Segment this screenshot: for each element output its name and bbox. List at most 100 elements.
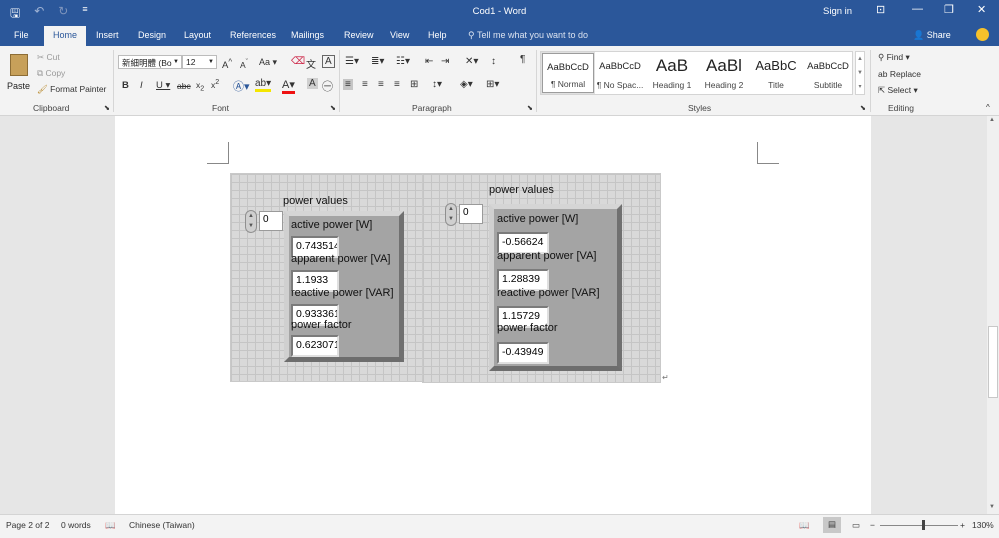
sign-in-link[interactable]: Sign in xyxy=(823,6,852,17)
editing-group-label: Editing xyxy=(888,103,914,113)
italic-icon[interactable]: I xyxy=(140,80,143,91)
close-icon[interactable]: ✕ xyxy=(977,3,986,16)
paragraph-launcher-icon[interactable]: ⬊ xyxy=(527,104,533,112)
phonetic-guide-icon[interactable]: 文 xyxy=(306,56,316,71)
numbering-icon[interactable]: ≣▾ xyxy=(371,56,384,67)
smiley-feedback-icon[interactable] xyxy=(976,28,989,41)
paste-button[interactable]: Paste xyxy=(6,50,32,100)
zoom-level[interactable]: 130% xyxy=(972,520,994,530)
align-center-icon[interactable]: ≡ xyxy=(362,79,368,90)
style-normal[interactable]: AaBbCcD ¶ Normal xyxy=(541,52,595,94)
tab-home[interactable]: Home xyxy=(44,26,87,46)
sort-icon[interactable]: ↕ xyxy=(491,56,496,67)
tab-mailings[interactable]: Mailings xyxy=(291,30,324,40)
text-effects-icon[interactable]: Ⓐ▾ xyxy=(233,78,250,94)
tab-insert[interactable]: Insert xyxy=(96,30,119,40)
asian-layout-icon[interactable]: ✕▾ xyxy=(465,56,478,67)
style-subtitle[interactable]: AaBbCcD Subtitle xyxy=(802,53,854,93)
bold-icon[interactable]: B xyxy=(122,80,129,91)
select-button[interactable]: ⇱ Select ▾ xyxy=(878,85,918,96)
array-index-control[interactable]: ▲ ▼ 0 xyxy=(245,210,283,233)
print-layout-icon[interactable]: ▤ xyxy=(823,517,841,533)
index-spinner[interactable]: ▲ ▼ xyxy=(445,203,457,226)
scroll-up-icon[interactable]: ▲ xyxy=(989,117,995,123)
show-formatting-icon[interactable]: ¶ xyxy=(520,54,525,65)
document-page[interactable]: power values ▲ ▼ 0 active power [W] 0.743… xyxy=(115,116,871,514)
share-button[interactable]: 👤 Share xyxy=(913,30,951,41)
format-painter-button[interactable]: 🖌 Format Painter xyxy=(37,84,106,95)
tab-review[interactable]: Review xyxy=(344,30,374,40)
index-spinner[interactable]: ▲ ▼ xyxy=(245,210,257,233)
grow-font-icon[interactable]: A^ xyxy=(222,57,232,71)
style-title[interactable]: AaBbC Title xyxy=(750,53,802,93)
find-icon: ⚲ xyxy=(878,52,885,62)
field-label: power factor xyxy=(497,322,558,334)
page-count[interactable]: Page 2 of 2 xyxy=(6,520,49,530)
font-size-select[interactable]: 12 ▼ xyxy=(182,55,217,69)
minimize-icon[interactable]: — xyxy=(912,3,923,15)
read-mode-icon[interactable]: 📖 xyxy=(799,520,810,531)
zoom-in-icon[interactable]: + xyxy=(960,520,965,530)
array-index-value[interactable]: 0 xyxy=(259,211,283,231)
array-index-value[interactable]: 0 xyxy=(459,204,483,224)
increase-indent-icon[interactable]: ⇥ xyxy=(441,56,449,67)
collapse-ribbon-icon[interactable]: ^ xyxy=(986,103,990,112)
distributed-icon[interactable]: ⊞ xyxy=(410,79,418,90)
zoom-out-icon[interactable]: − xyxy=(870,520,875,530)
character-shading-icon[interactable]: A xyxy=(307,78,318,89)
tab-file[interactable]: File xyxy=(14,30,29,40)
scroll-down-icon[interactable]: ▼ xyxy=(989,504,995,510)
encircle-icon[interactable]: ㊀ xyxy=(322,78,333,94)
tab-design[interactable]: Design xyxy=(138,30,166,40)
styles-launcher-icon[interactable]: ⬊ xyxy=(860,104,866,112)
clear-formatting-icon[interactable]: ⌫ xyxy=(291,56,305,67)
enclose-characters-icon[interactable]: A xyxy=(322,55,335,68)
align-right-icon[interactable]: ≡ xyxy=(378,79,384,90)
underline-icon[interactable]: U ▾ xyxy=(156,80,170,91)
borders-icon[interactable]: ⊞▾ xyxy=(486,79,499,90)
tab-references[interactable]: References xyxy=(230,30,276,40)
zoom-slider-thumb[interactable] xyxy=(922,520,925,530)
font-launcher-icon[interactable]: ⬊ xyxy=(330,104,336,112)
highlight-icon[interactable]: ab▾ xyxy=(255,78,272,92)
clipboard-launcher-icon[interactable]: ⬊ xyxy=(104,104,110,112)
copy-button[interactable]: ⧉ Copy xyxy=(37,68,65,79)
strikethrough-icon[interactable]: abc xyxy=(177,81,191,91)
line-spacing-icon[interactable]: ↕▾ xyxy=(432,79,442,90)
subscript-icon[interactable]: x2 xyxy=(196,80,204,93)
tell-me-search[interactable]: ⚲ Tell me what you want to do xyxy=(468,30,588,41)
tab-help[interactable]: Help xyxy=(428,30,447,40)
style-heading-2[interactable]: AaBl Heading 2 xyxy=(698,53,750,93)
cut-button[interactable]: ✂ Cut xyxy=(37,52,60,63)
shrink-font-icon[interactable]: Aˇ xyxy=(240,58,248,70)
style-no-spacing[interactable]: AaBbCcD ¶ No Spac... xyxy=(594,53,646,93)
decrease-indent-icon[interactable]: ⇤ xyxy=(425,56,433,67)
multilevel-list-icon[interactable]: ☷▾ xyxy=(396,56,410,67)
tab-layout[interactable]: Layout xyxy=(184,30,211,40)
shading-icon[interactable]: ◈▾ xyxy=(460,79,473,90)
font-name-select[interactable]: 新細明體 (Bo ▼ xyxy=(118,55,182,69)
justify-icon[interactable]: ≡ xyxy=(394,79,400,90)
language-indicator[interactable]: Chinese (Taiwan) xyxy=(129,520,195,530)
web-layout-icon[interactable]: ▭ xyxy=(852,520,860,531)
panel-title: power values xyxy=(283,195,348,207)
find-button[interactable]: ⚲ Find ▾ xyxy=(878,52,910,63)
proofing-icon[interactable]: 📖 xyxy=(105,520,116,531)
scrollbar-thumb[interactable] xyxy=(988,326,998,398)
word-count[interactable]: 0 words xyxy=(61,520,91,530)
replace-button[interactable]: ab Replace xyxy=(878,69,921,79)
style-heading-1[interactable]: AaB Heading 1 xyxy=(646,53,698,93)
tab-view[interactable]: View xyxy=(390,30,409,40)
styles-scrollbar[interactable]: ▲ ▼ ▾ xyxy=(855,51,865,95)
change-case-icon[interactable]: Aa ▾ xyxy=(259,57,277,68)
font-color-icon[interactable]: A▾ xyxy=(282,78,295,94)
superscript-icon[interactable]: x2 xyxy=(211,78,219,90)
restore-icon[interactable]: ❐ xyxy=(944,3,954,16)
embedded-image[interactable]: power values ▲ ▼ 0 active power [W] 0.743… xyxy=(230,173,661,383)
bullets-icon[interactable]: ☰▾ xyxy=(345,56,359,67)
array-index-control[interactable]: ▲ ▼ 0 xyxy=(445,203,483,226)
vertical-scrollbar[interactable]: ▲ ▼ xyxy=(987,116,999,514)
align-left-icon[interactable]: ≡ xyxy=(343,79,353,90)
zoom-slider[interactable] xyxy=(880,520,958,530)
ribbon-display-options-icon[interactable]: ⊡ xyxy=(876,3,885,16)
